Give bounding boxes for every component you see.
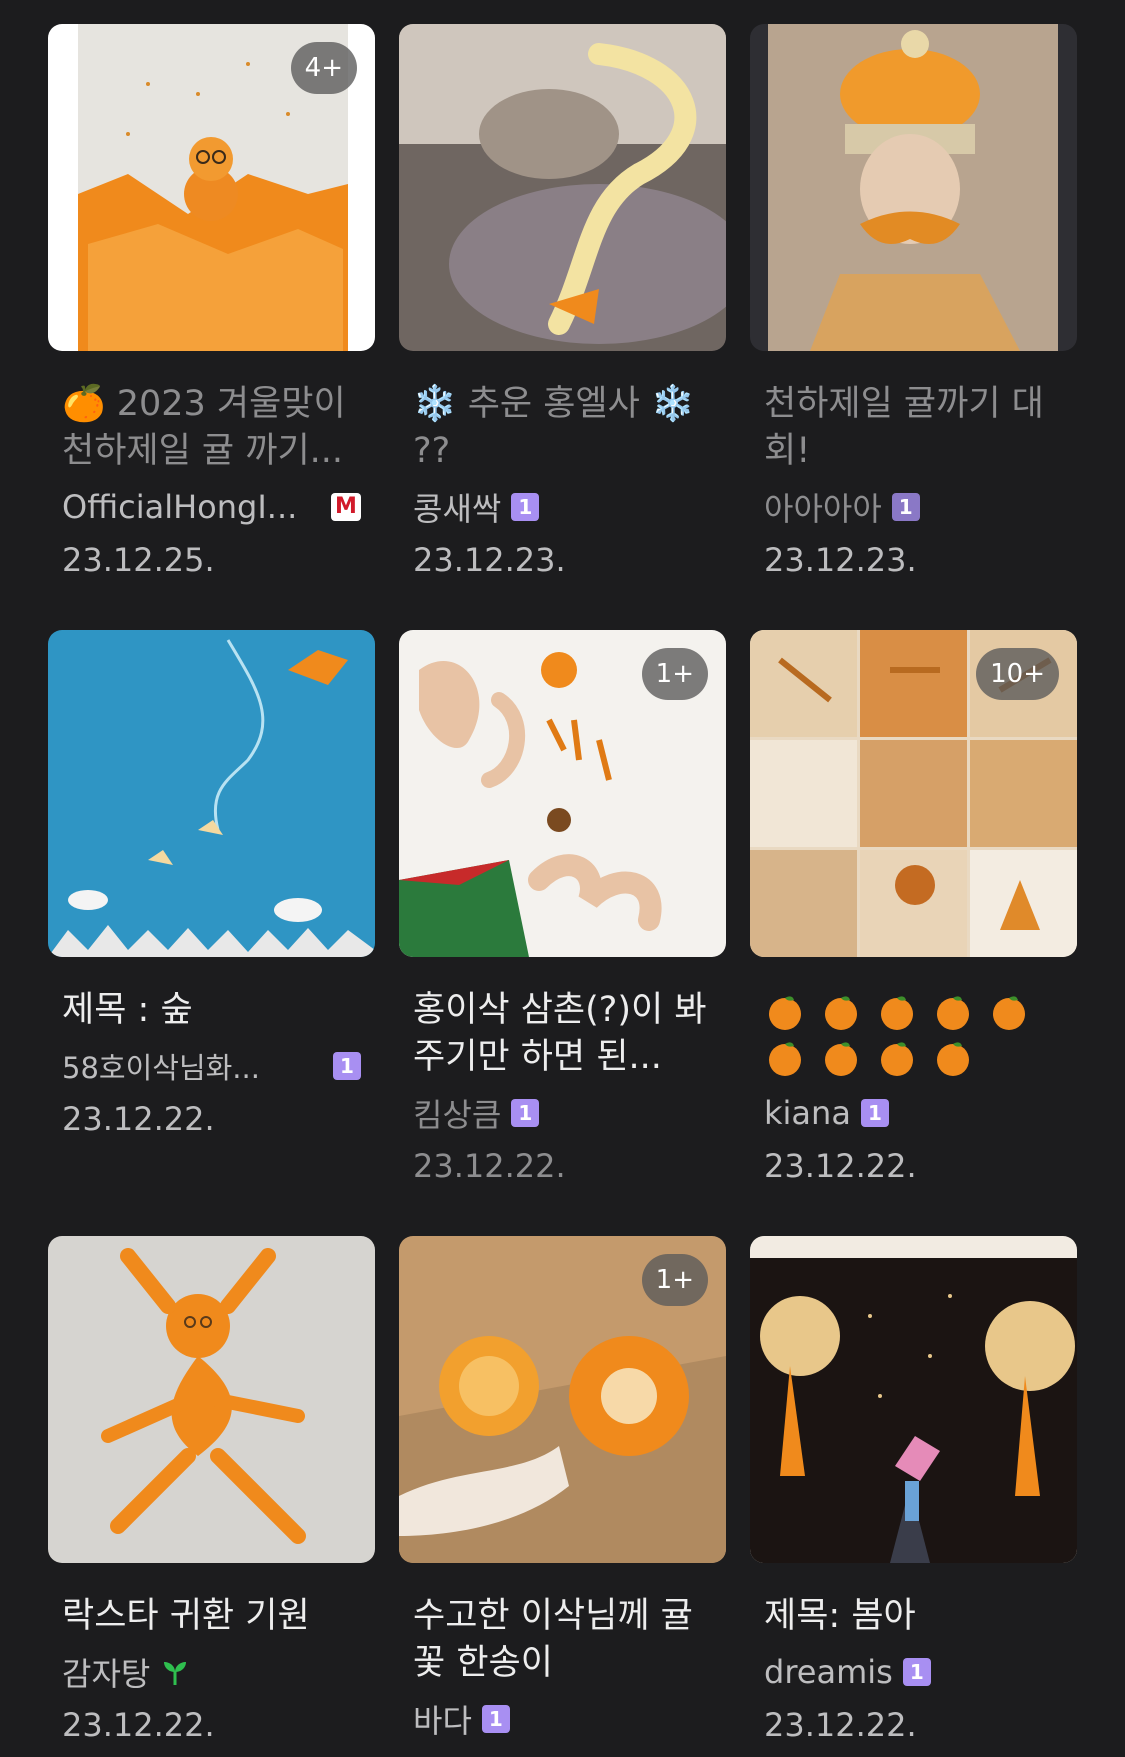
post-card[interactable]: 10+ 🍊🍊🍊🍊🍊🍊🍊🍊🍊 kiana 1 23.12.22. <box>750 630 1077 1189</box>
tangerine-icon <box>881 996 913 1030</box>
post-thumbnail[interactable] <box>750 24 1077 351</box>
tangerine-icon <box>769 996 801 1030</box>
post-date: 23.12.23. <box>764 541 917 579</box>
author-name[interactable]: 아아아아 <box>764 484 882 530</box>
post-title[interactable]: 🍊 2023 겨울맞이 천하제일 귤 까기... <box>62 381 361 475</box>
author-name[interactable]: 58호이삭님화... <box>62 1045 260 1087</box>
post-thumbnail[interactable]: 1+ <box>399 630 726 957</box>
post-card[interactable]: 락스타 귀환 기원 감자탕 23.12.22. <box>48 1236 375 1748</box>
image-count-badge: 1+ <box>641 1254 708 1306</box>
sleeping-person-peel-icon <box>399 24 726 351</box>
tangerine-icon <box>937 996 969 1030</box>
post-card[interactable]: ❄️ 추운 홍엘사 ❄️ ?? 콩새싹 1 23.12.23. <box>399 24 726 583</box>
author-name[interactable]: kiana <box>764 1094 851 1132</box>
author-row: dreamis 1 <box>764 1648 1063 1696</box>
post-title[interactable]: 제목: 봄아 <box>764 1593 1063 1640</box>
author-row: 킴상큼 1 <box>413 1089 712 1137</box>
post-date: 23.12.22. <box>62 1100 215 1138</box>
author-row: kiana 1 <box>764 1089 1063 1137</box>
tangerine-icon <box>769 1042 801 1076</box>
author-name[interactable]: 킴상큼 <box>413 1090 501 1136</box>
tangerine-icon <box>825 996 857 1030</box>
image-count-badge: 10+ <box>976 648 1059 700</box>
post-title[interactable]: 천하제일 귤까기 대회! <box>764 381 1063 475</box>
post-title-emoji[interactable]: 🍊🍊🍊🍊🍊🍊🍊🍊🍊 <box>764 987 1063 1081</box>
post-thumbnail[interactable]: 4+ <box>48 24 375 351</box>
post-card[interactable]: 1+ 홍이삭 삼촌(?)이 봐주기만 하면 된... 킴상큼 1 23.12.2… <box>399 630 726 1189</box>
post-title[interactable]: 수고한 이삭님께 귤꽃 한송이 <box>413 1593 712 1687</box>
level-badge-icon: 1 <box>511 1099 540 1127</box>
post-date: 23.12.22. <box>764 1706 917 1744</box>
emoji-row <box>764 987 1063 1033</box>
post-card[interactable]: 천하제일 귤까기 대회! 아아아아 1 23.12.23. <box>750 24 1077 583</box>
post-date: 23.12.22. <box>413 1147 566 1185</box>
post-card[interactable]: 1+ 수고한 이삭님께 귤꽃 한송이 바다 1 <box>399 1236 726 1743</box>
tangerine-icon <box>825 1042 857 1076</box>
dancing-peel-figure-icon <box>48 1236 375 1563</box>
post-date: 23.12.22. <box>764 1147 917 1185</box>
level-badge-icon: 1 <box>511 493 540 521</box>
peel-costume-portrait-icon <box>750 24 1077 351</box>
sprout-icon <box>164 1662 187 1685</box>
level-badge-icon: 1 <box>333 1052 361 1080</box>
level-badge-icon: 1 <box>860 1099 889 1127</box>
level-badge-icon: 1 <box>891 493 920 521</box>
post-date: 23.12.22. <box>62 1706 215 1744</box>
tangerine-icon <box>937 1042 969 1076</box>
night-trees-painting-icon <box>750 1236 1077 1563</box>
post-thumbnail[interactable] <box>48 630 375 957</box>
image-count-badge: 4+ <box>290 42 357 94</box>
post-thumbnail[interactable] <box>48 1236 375 1563</box>
post-thumbnail[interactable] <box>399 24 726 351</box>
author-row: 감자탕 <box>62 1648 361 1696</box>
author-name[interactable]: 콩새싹 <box>413 484 501 530</box>
author-row: OfficialHongI... M <box>62 483 361 531</box>
author-row: 58호이삭님화... 1 <box>62 1042 361 1090</box>
image-count-badge: 1+ <box>641 648 708 700</box>
level-badge-icon: 1 <box>902 1658 931 1686</box>
post-title[interactable]: 락스타 귀환 기원 <box>62 1593 361 1640</box>
tangerine-icon <box>881 1042 913 1076</box>
author-name[interactable]: dreamis <box>764 1653 893 1691</box>
post-card[interactable]: 제목 : 숲 58호이삭님화... 1 23.12.22. <box>48 630 375 1142</box>
post-date: 23.12.23. <box>413 541 566 579</box>
post-thumbnail[interactable]: 10+ <box>750 630 1077 957</box>
author-name[interactable]: OfficialHongI... <box>62 488 297 526</box>
tangerine-icon <box>993 996 1025 1030</box>
post-title[interactable]: 제목 : 숲 <box>62 987 361 1034</box>
manager-badge-icon: M <box>331 493 361 521</box>
author-row: 아아아아 1 <box>764 483 1063 531</box>
post-card[interactable]: 4+ 🍊 2023 겨울맞이 천하제일 귤 까기... OfficialHong… <box>48 24 375 583</box>
post-title[interactable]: ❄️ 추운 홍엘사 ❄️ ?? <box>413 381 712 475</box>
author-name[interactable]: 바다 <box>413 1696 472 1742</box>
author-name[interactable]: 감자탕 <box>62 1649 150 1695</box>
post-card[interactable]: 제목: 봄아 dreamis 1 23.12.22. <box>750 1236 1077 1748</box>
level-badge-icon: 1 <box>481 1705 510 1733</box>
post-grid: 4+ 🍊 2023 겨울맞이 천하제일 귤 까기... OfficialHong… <box>0 0 1125 1757</box>
post-thumbnail[interactable]: 1+ <box>399 1236 726 1563</box>
author-row: 콩새싹 1 <box>413 483 712 531</box>
post-thumbnail[interactable] <box>750 1236 1077 1563</box>
post-date: 23.12.25. <box>62 541 215 579</box>
post-title[interactable]: 홍이삭 삼촌(?)이 봐주기만 하면 된... <box>413 987 712 1081</box>
blue-forest-painting-icon <box>48 630 375 957</box>
emoji-row <box>764 1033 1063 1079</box>
author-row: 바다 1 <box>413 1695 712 1743</box>
